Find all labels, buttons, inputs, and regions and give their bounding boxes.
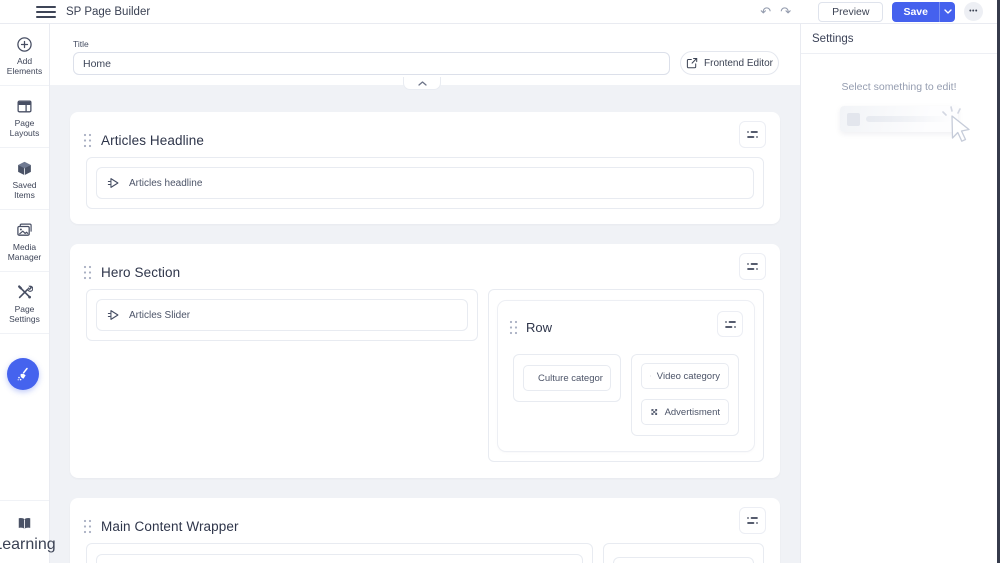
addon-culture-category[interactable]: Culture categor [523, 365, 611, 391]
edit-external-icon [686, 57, 698, 69]
hamburger-menu-icon[interactable] [36, 5, 56, 18]
section-title: Articles Headline [101, 132, 204, 148]
section-options-button[interactable] [739, 253, 766, 280]
cube-icon [18, 161, 31, 176]
section-header: Main Content Wrapper [70, 498, 780, 540]
sidebar-item-label: Page Settings [9, 304, 40, 324]
preview-button[interactable]: Preview [818, 1, 884, 22]
addon-label: Culture categor [538, 372, 603, 384]
addon-slider-icon [107, 178, 119, 188]
section-header: Articles Headline [70, 112, 780, 154]
sidebar-item-label: Saved Items [12, 180, 37, 200]
column[interactable]: Articles headline [86, 157, 764, 209]
options-sliders-icon [747, 263, 758, 270]
collapse-header-tab[interactable] [403, 77, 441, 90]
chevron-up-icon [417, 80, 427, 86]
illustration-line [866, 116, 951, 122]
illustration-square [847, 112, 860, 126]
settings-panel: Settings Select something to edit! [800, 24, 997, 563]
column[interactable] [603, 543, 764, 563]
drag-handle-icon[interactable] [509, 320, 518, 335]
crossed-arrows-icon [651, 409, 658, 415]
more-options-button[interactable]: ••• [964, 2, 983, 21]
click-cursor-icon [942, 106, 976, 144]
sidebar-item-label: Learning [0, 536, 56, 553]
canvas: Articles Headline Articles headline Hero… [50, 85, 800, 563]
sidebar-item-label: Page Layouts [9, 118, 40, 138]
row-column[interactable]: Video category Advertisment [631, 354, 739, 436]
addon-video-category[interactable]: Video category [641, 363, 729, 389]
sidebar: Add Elements Page Layouts Saved Items Media… [0, 24, 56, 563]
addon-slider-icon [107, 310, 119, 320]
section-title: Main Content Wrapper [101, 518, 239, 534]
broom-icon [17, 367, 28, 381]
addon-label: Articles Slider [129, 309, 191, 321]
plus-circle-icon [17, 37, 32, 52]
section-header: Hero Section [70, 244, 780, 286]
chevron-down-icon [943, 9, 952, 14]
settings-panel-title: Settings [801, 24, 997, 54]
drag-handle-icon[interactable] [83, 265, 92, 280]
empty-state-illustration [840, 106, 958, 132]
book-icon [18, 518, 31, 529]
sidebar-item-label: Media Manager [7, 242, 42, 262]
clear-page-button[interactable] [7, 358, 39, 390]
addon-advertisment[interactable]: Advertisment [641, 399, 729, 425]
sidebar-item-media-manager[interactable]: Media Manager [0, 210, 49, 272]
sidebar-item-learning[interactable]: Learning [0, 500, 56, 587]
row-column[interactable]: Culture categor [513, 354, 621, 402]
layout-icon [17, 100, 32, 113]
sidebar-item-page-settings[interactable]: Page Settings [0, 272, 49, 334]
options-sliders-icon [724, 320, 736, 328]
sidebar-item-label: Add Elements [6, 56, 43, 76]
undo-icon[interactable]: ↶ [760, 5, 771, 18]
sidebar-item-page-layouts[interactable]: Page Layouts [0, 86, 49, 148]
save-dropdown-button[interactable] [939, 1, 955, 22]
addon-label: Advertisment [664, 406, 720, 418]
page-title-input[interactable] [73, 52, 670, 75]
addon-articles-headline[interactable]: Articles headline [96, 167, 754, 199]
save-button[interactable]: Save [892, 1, 939, 22]
column[interactable] [86, 543, 593, 563]
app-title: SP Page Builder [66, 5, 151, 18]
options-sliders-icon [747, 131, 758, 138]
drag-handle-icon[interactable] [83, 519, 92, 534]
sidebar-item-saved-items[interactable]: Saved Items [0, 148, 49, 210]
column[interactable]: Row Culture categor Video category Adver… [488, 289, 764, 462]
tools-icon [18, 285, 33, 299]
section-title: Hero Section [101, 264, 181, 280]
sidebar-item-add-elements[interactable]: Add Elements [0, 24, 49, 86]
settings-empty-message: Select something to edit! [841, 81, 957, 93]
addon-label: Articles headline [129, 177, 203, 189]
title-label: Title [73, 39, 89, 49]
column[interactable]: Articles Slider [86, 289, 478, 341]
drag-handle-icon[interactable] [83, 133, 92, 148]
frontend-editor-label: Frontend Editor [704, 57, 773, 69]
save-split-button: Save [892, 1, 955, 22]
frontend-editor-button[interactable]: Frontend Editor [680, 51, 779, 75]
options-sliders-icon [747, 517, 758, 524]
page-header: Title Frontend Editor [50, 24, 800, 85]
nested-box[interactable] [96, 554, 583, 563]
row-header: Row [498, 301, 754, 341]
topbar-actions: ↶ ↷ Preview Save ••• [760, 1, 997, 22]
section-options-button[interactable] [739, 121, 766, 148]
addon-document-icon [650, 375, 651, 377]
section-articles-headline[interactable]: Articles Headline Articles headline [70, 112, 780, 224]
topbar: SP Page Builder ↶ ↷ Preview Save ••• [0, 0, 997, 24]
section-main-content-wrapper[interactable]: Main Content Wrapper [70, 498, 780, 563]
section-options-button[interactable] [739, 507, 766, 534]
row-options-button[interactable] [717, 311, 743, 337]
addon-label: Video category [656, 370, 720, 382]
image-icon [17, 223, 32, 236]
nested-row[interactable]: Row Culture categor Video category Adver… [498, 301, 754, 451]
nested-box[interactable] [613, 557, 754, 563]
redo-icon[interactable]: ↷ [780, 5, 791, 18]
addon-articles-slider[interactable]: Articles Slider [96, 299, 468, 331]
section-hero[interactable]: Hero Section Articles Slider Row Culture… [70, 244, 780, 478]
row-title: Row [526, 320, 553, 335]
